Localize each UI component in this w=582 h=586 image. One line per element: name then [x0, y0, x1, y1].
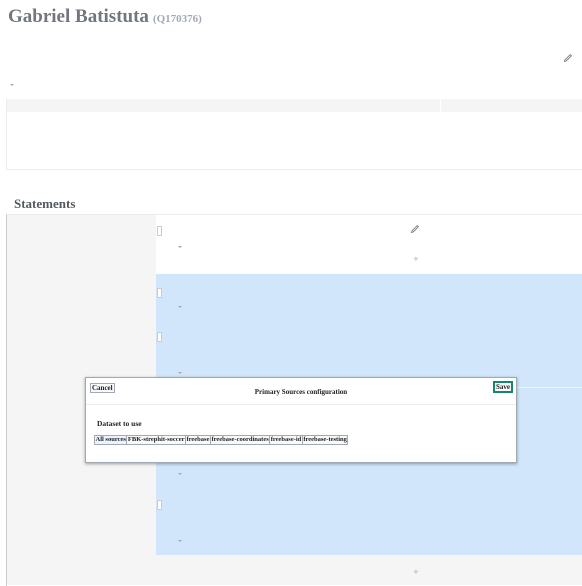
entity-label: Gabriel Batistuta — [8, 6, 149, 27]
page-title: Gabriel Batistuta (Q170376) — [8, 6, 202, 28]
dataset-option-fbk-strephit-soccer[interactable]: FBK-strephit-soccer — [126, 435, 186, 445]
terms-header — [7, 99, 582, 112]
terms-column-divider — [440, 99, 441, 112]
dialog-title: Primary Sources configuration — [254, 388, 348, 396]
chevron-down-icon[interactable] — [178, 540, 182, 542]
pencil-icon[interactable] — [410, 224, 420, 234]
rank-selector-icon[interactable] — [157, 226, 162, 236]
statement-add-row — [156, 555, 582, 585]
primary-sources-dialog: Primary Sources configuration Cancel Sav… — [85, 377, 517, 463]
dataset-option-freebase-coordinates[interactable]: freebase-coordinates — [209, 435, 271, 445]
dataset-option-freebase-id[interactable]: freebase-id — [269, 435, 303, 445]
save-button[interactable]: Save — [493, 381, 513, 393]
plus-icon[interactable]: + — [413, 569, 419, 576]
chevron-down-icon[interactable] — [178, 372, 182, 374]
dataset-option-freebase-testing[interactable]: freebase-testing — [301, 435, 349, 445]
rank-selector-icon[interactable] — [157, 500, 162, 510]
dataset-option-all-sources[interactable]: All sources — [94, 435, 128, 445]
rank-selector-icon[interactable] — [157, 288, 162, 298]
pencil-icon[interactable] — [563, 53, 573, 63]
statements-heading: Statements — [14, 196, 76, 211]
chevron-down-icon[interactable] — [10, 84, 14, 86]
rank-selector-icon[interactable] — [157, 332, 162, 342]
chevron-down-icon[interactable] — [178, 306, 182, 308]
dataset-option-freebase[interactable]: freebase — [184, 435, 211, 445]
statement-row — [156, 215, 582, 274]
entity-id: (Q170376) — [152, 13, 202, 25]
plus-icon[interactable]: + — [413, 256, 419, 263]
chevron-down-icon[interactable] — [178, 246, 182, 248]
cancel-button[interactable]: Cancel — [90, 383, 115, 393]
dataset-option-group: All sources FBK-strephit-soccer freebase… — [94, 435, 349, 445]
dataset-label: Dataset to use — [97, 419, 142, 428]
terms-box — [6, 99, 582, 170]
chevron-down-icon[interactable] — [178, 473, 182, 475]
